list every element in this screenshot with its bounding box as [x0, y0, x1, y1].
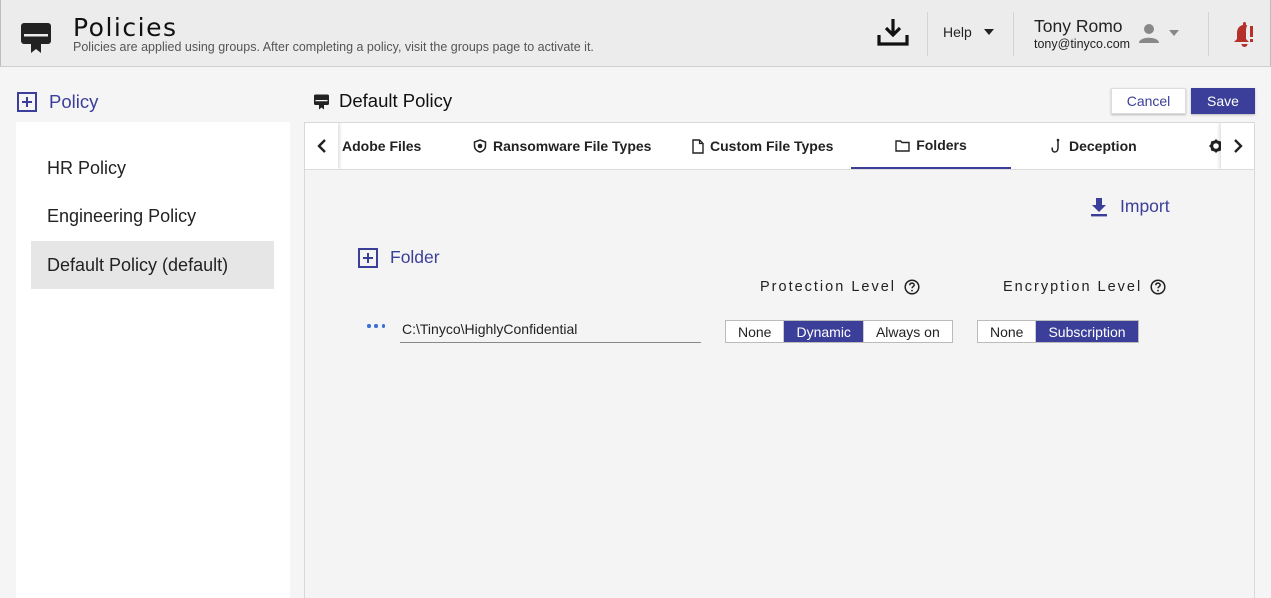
encryption-level-label: Encryption Level: [1003, 279, 1143, 295]
chevron-down-icon: [983, 29, 994, 35]
policy-list-item-selected[interactable]: Default Policy (default): [31, 241, 274, 289]
plus-box-icon: [17, 92, 37, 112]
folder-icon: [895, 139, 910, 152]
policy-list: HR Policy Engineering Policy Default Pol…: [16, 122, 290, 598]
import-icon: [1091, 197, 1107, 216]
dot: [367, 324, 371, 328]
policy-heading: Default Policy: [313, 90, 452, 112]
encryption-option-subscription[interactable]: Subscription: [1035, 321, 1138, 342]
tab-scroll-right-button[interactable]: [1221, 123, 1254, 169]
plus-box-icon: [358, 247, 378, 268]
import-button[interactable]: Import: [1090, 196, 1170, 217]
policy-badge-icon: [21, 23, 51, 53]
protection-level-label: Protection Level: [760, 279, 896, 295]
app-header: Policies Policies are applied using grou…: [0, 0, 1271, 67]
user-menu-button[interactable]: [1138, 22, 1179, 44]
policy-list-item[interactable]: HR Policy: [31, 144, 274, 192]
protection-level-header: Protection Level: [760, 279, 920, 295]
header-divider: [1208, 12, 1209, 56]
download-icon: [877, 19, 909, 46]
folder-row-more-button[interactable]: [367, 319, 385, 333]
policy-panel: Adobe Files Ransomware File Types Custom…: [304, 122, 1255, 598]
encryption-level-header: Encryption Level: [1003, 279, 1166, 295]
help-label: Help: [943, 24, 972, 40]
tab-folders[interactable]: Folders: [851, 123, 1011, 169]
cancel-button[interactable]: Cancel: [1111, 88, 1186, 114]
chevron-right-icon: [1233, 139, 1243, 153]
hook-icon: [1051, 138, 1060, 153]
import-label: Import: [1120, 196, 1170, 216]
add-folder-button[interactable]: Folder: [358, 247, 440, 268]
tab-scroll-left-button[interactable]: [305, 123, 338, 169]
tab-deception[interactable]: Deception: [1051, 123, 1137, 169]
dot: [381, 324, 385, 328]
tab-label: Folders: [916, 137, 967, 153]
shield-icon: [473, 139, 487, 153]
user-name: Tony Romo: [1034, 16, 1123, 36]
tab-custom-file-types[interactable]: Custom File Types: [692, 123, 833, 169]
tab-label: Custom File Types: [710, 138, 834, 154]
help-circle-icon[interactable]: [1150, 279, 1166, 295]
chevron-left-icon: [316, 139, 326, 153]
tab-bar: Adobe Files Ransomware File Types Custom…: [305, 123, 1254, 170]
protection-option-always-on[interactable]: Always on: [862, 321, 952, 342]
policy-list-item[interactable]: Engineering Policy: [31, 192, 274, 240]
header-divider: [1013, 12, 1014, 56]
folder-path-input[interactable]: [400, 316, 701, 343]
page-title: Policies: [73, 13, 178, 42]
protection-option-none[interactable]: None: [726, 321, 783, 342]
page-subtitle: Policies are applied using groups. After…: [73, 40, 594, 54]
tab-label: Ransomware File Types: [493, 138, 652, 154]
file-icon: [692, 138, 704, 154]
add-policy-button[interactable]: Policy: [17, 91, 98, 113]
encryption-level-selector: None Subscription: [977, 320, 1139, 343]
download-button[interactable]: [873, 14, 913, 50]
add-policy-label: Policy: [49, 91, 99, 112]
policy-title: Default Policy: [339, 90, 453, 111]
protection-option-dynamic[interactable]: Dynamic: [783, 321, 863, 342]
help-menu[interactable]: Help: [943, 24, 994, 40]
person-icon: [1139, 24, 1159, 43]
header-divider: [927, 12, 928, 56]
protection-level-selector: None Dynamic Always on: [725, 320, 953, 343]
chevron-down-icon: [1169, 30, 1179, 36]
help-circle-icon[interactable]: [904, 279, 920, 295]
tab-adobe-files[interactable]: Adobe Files: [342, 123, 421, 169]
tab-ransomware-file-types[interactable]: Ransomware File Types: [473, 123, 651, 169]
dot: [374, 324, 378, 328]
policy-badge-icon: [314, 94, 329, 109]
add-folder-label: Folder: [390, 247, 440, 267]
tab-label: Deception: [1069, 138, 1137, 154]
user-email: tony@tinyco.com: [1034, 37, 1131, 51]
save-button[interactable]: Save: [1191, 88, 1255, 114]
encryption-option-none[interactable]: None: [978, 321, 1035, 342]
bell-alert-icon[interactable]: [1229, 20, 1259, 50]
tab-label: Adobe Files: [342, 138, 422, 154]
